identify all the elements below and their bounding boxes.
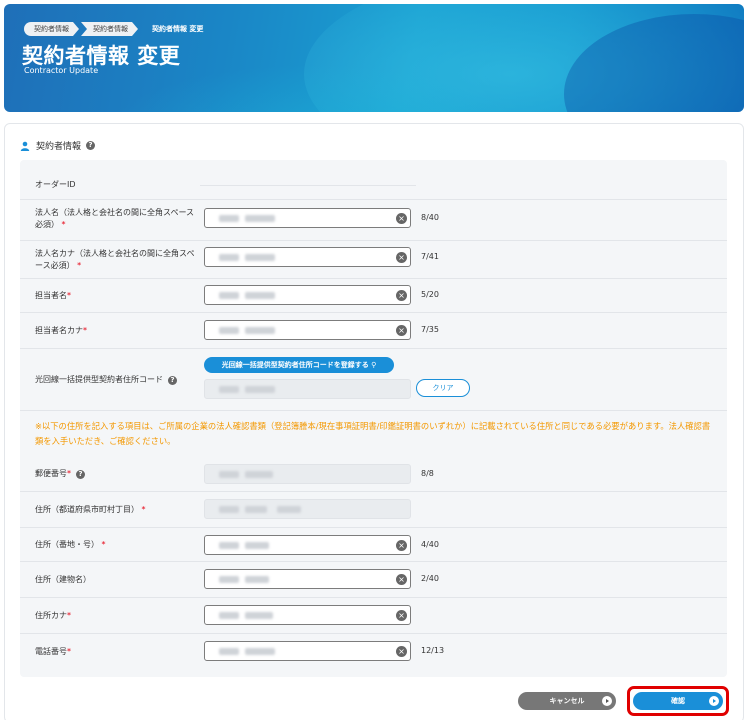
form-area: オーダーID 法人名（法人格と会社名の間に全角スペース必須） * × 8/40 … bbox=[20, 160, 727, 677]
char-count: 5/20 bbox=[421, 290, 439, 299]
row-address-pref: 住所（都道府県市町村丁目） * bbox=[20, 492, 727, 528]
row-person-kana: 担当者名カナ* × 7/35 bbox=[20, 313, 727, 349]
char-count: 7/41 bbox=[421, 252, 439, 261]
clear-icon[interactable]: × bbox=[396, 646, 407, 657]
phone-label: 電話番号 bbox=[35, 647, 67, 656]
char-count: 8/40 bbox=[421, 213, 439, 222]
row-phone: 電話番号* × 12/13 bbox=[20, 634, 727, 670]
char-count: 4/40 bbox=[421, 540, 439, 549]
corp-name-field[interactable]: × bbox=[204, 208, 411, 228]
row-address-kana: 住所カナ* × bbox=[20, 598, 727, 634]
breadcrumb-item[interactable]: 契約者情報 bbox=[24, 22, 79, 36]
row-person: 担当者名* × 5/20 bbox=[20, 279, 727, 313]
person-kana-label: 担当者名カナ bbox=[35, 326, 83, 335]
page-header-banner: 契約者情報 契約者情報 契約者情報 変更 契約者情報 変更 Contractor… bbox=[4, 4, 744, 112]
section-title: 契約者情報 bbox=[36, 142, 82, 152]
section-heading: 契約者情報 ? bbox=[20, 139, 96, 152]
cancel-button[interactable]: キャンセル bbox=[518, 692, 616, 710]
row-address-num: 住所（番地・号） * × 4/40 bbox=[20, 528, 727, 562]
corp-name-kana-field[interactable]: × bbox=[204, 247, 411, 267]
char-count: 12/13 bbox=[421, 646, 445, 655]
person-kana-field[interactable]: × bbox=[204, 320, 411, 340]
address-code-field bbox=[204, 379, 411, 399]
address-bldg-field[interactable]: × bbox=[204, 569, 411, 589]
help-icon[interactable]: ? bbox=[86, 141, 96, 150]
clear-icon[interactable]: × bbox=[396, 325, 407, 336]
row-corp-name: 法人名（法人格と会社名の間に全角スペース必須） * × 8/40 bbox=[20, 200, 727, 241]
confirm-button[interactable]: 確認 bbox=[633, 692, 723, 710]
zip-label: 郵便番号 bbox=[35, 469, 67, 478]
person-field[interactable]: × bbox=[204, 285, 411, 305]
register-address-code-button[interactable]: 光回線一括提供型契約者住所コードを登録する ⚲ bbox=[204, 357, 394, 373]
order-id-label: オーダーID bbox=[35, 180, 76, 189]
row-address-bldg: 住所（建物名） × 2/40 bbox=[20, 562, 727, 598]
char-count: 8/8 bbox=[421, 469, 434, 478]
phone-field[interactable]: × bbox=[204, 641, 411, 661]
address-num-field[interactable]: × bbox=[204, 535, 411, 555]
address-pref-label: 住所（都道府県市町村丁目） bbox=[35, 505, 139, 514]
zip-field bbox=[204, 464, 411, 484]
confirm-highlight: 確認 bbox=[627, 686, 729, 716]
address-notice: ※以下の住所を記入する項目は、ご所属の企業の法人確認書類（登記簿謄本/現在事項証… bbox=[35, 421, 711, 446]
person-label: 担当者名 bbox=[35, 291, 67, 300]
breadcrumb-item[interactable]: 契約者情報 bbox=[81, 22, 138, 36]
row-order-id: オーダーID bbox=[20, 160, 727, 200]
clear-button[interactable]: クリア bbox=[416, 379, 470, 397]
address-kana-label: 住所カナ bbox=[35, 611, 67, 620]
address-pref-field bbox=[204, 499, 411, 519]
address-kana-field[interactable]: × bbox=[204, 605, 411, 625]
help-icon[interactable]: ? bbox=[76, 470, 85, 479]
address-num-label: 住所（番地・号） bbox=[35, 540, 99, 549]
row-corp-name-kana: 法人名カナ（法人格と会社名の間に全角スペース必須） * × 7/41 bbox=[20, 241, 727, 279]
address-bldg-label: 住所（建物名） bbox=[35, 575, 91, 584]
clear-icon[interactable]: × bbox=[396, 213, 407, 224]
clear-icon[interactable]: × bbox=[396, 540, 407, 551]
char-count: 7/35 bbox=[421, 325, 439, 334]
person-icon bbox=[20, 141, 30, 151]
corp-name-kana-label: 法人名カナ（法人格と会社名の間に全角スペース必須） bbox=[35, 249, 195, 270]
char-count: 2/40 bbox=[421, 574, 439, 583]
breadcrumb: 契約者情報 契約者情報 契約者情報 変更 bbox=[24, 22, 215, 36]
clear-icon[interactable]: × bbox=[396, 290, 407, 301]
breadcrumb-current: 契約者情報 変更 bbox=[152, 25, 204, 33]
page-subtitle: Contractor Update bbox=[24, 66, 99, 75]
clear-icon[interactable]: × bbox=[396, 610, 407, 621]
arrow-right-icon bbox=[602, 696, 612, 706]
search-icon: ⚲ bbox=[371, 361, 377, 369]
help-icon[interactable]: ? bbox=[168, 376, 177, 385]
fiber-code-label: 光回線一括提供型契約者住所コード bbox=[35, 375, 163, 384]
row-zip: 郵便番号*? 8/8 bbox=[20, 456, 727, 492]
clear-icon[interactable]: × bbox=[396, 574, 407, 585]
row-fiber-code: 光回線一括提供型契約者住所コード? 光回線一括提供型契約者住所コードを登録する … bbox=[20, 349, 727, 411]
clear-icon[interactable]: × bbox=[396, 252, 407, 263]
arrow-right-icon bbox=[709, 696, 719, 706]
